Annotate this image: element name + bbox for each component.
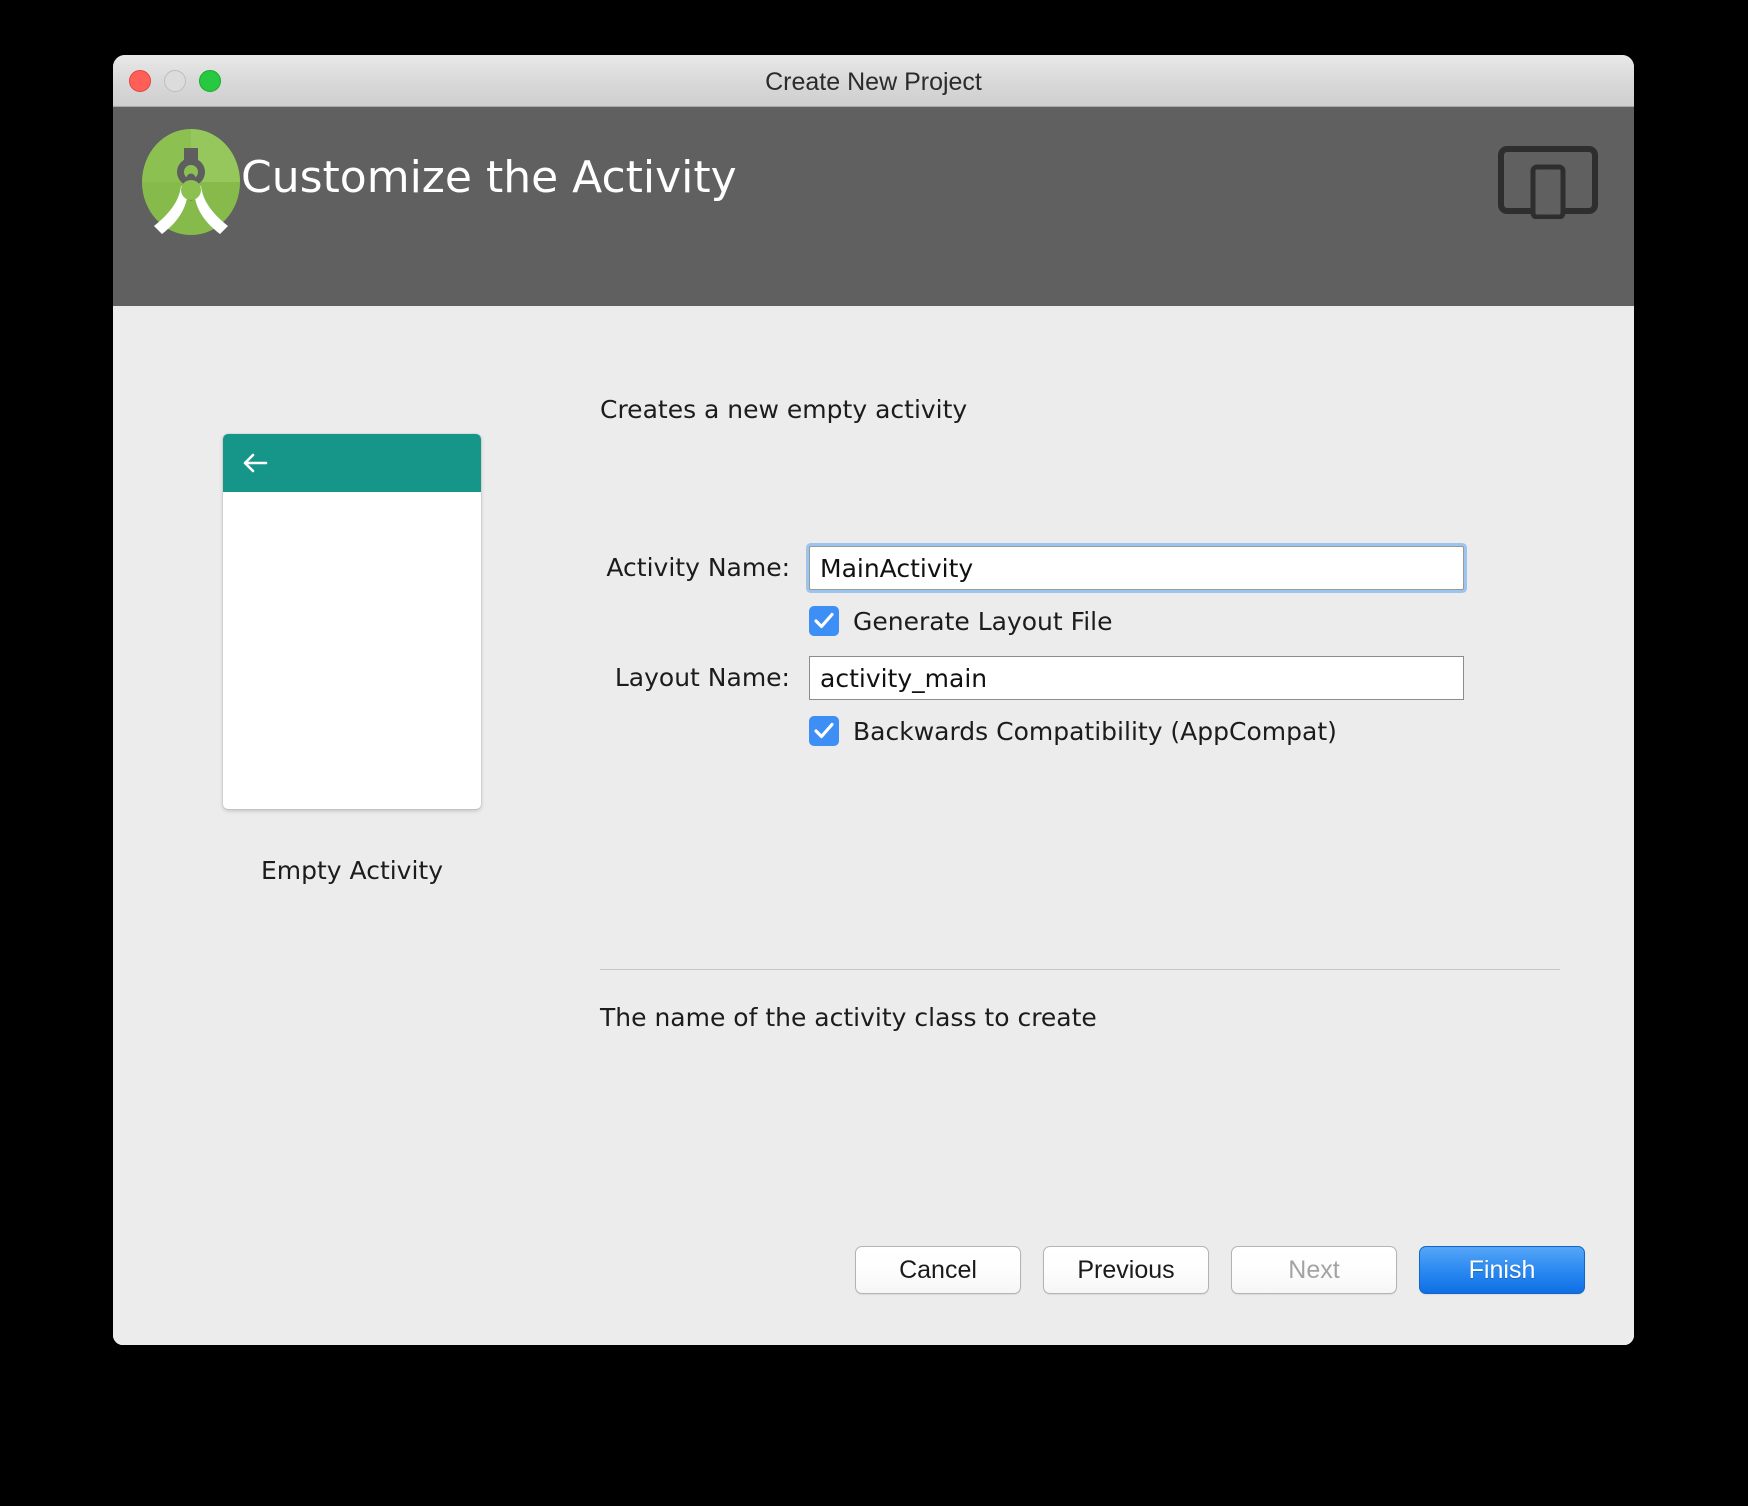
tablet-phone-icon [1498, 143, 1598, 220]
wizard-body: Empty Activity Creates a new empty activ… [113, 306, 1634, 1345]
generate-layout-label: Generate Layout File [853, 606, 1113, 636]
finish-button[interactable]: Finish [1419, 1246, 1585, 1294]
backwards-compatibility-label: Backwards Compatibility (AppCompat) [853, 716, 1337, 746]
backwards-compatibility-checkbox-row[interactable]: Backwards Compatibility (AppCompat) [809, 714, 1337, 748]
activity-name-row: Activity Name: [600, 546, 1560, 590]
create-new-project-window: Create New Project Customize the Activit… [113, 55, 1634, 1345]
next-button: Next [1231, 1246, 1397, 1294]
desktop-background: Create New Project Customize the Activit… [0, 0, 1748, 1506]
back-arrow-icon [241, 450, 269, 476]
wizard-header-title: Customize the Activity [241, 152, 737, 203]
layout-name-label: Layout Name: [614, 663, 790, 692]
field-help-text: The name of the activity class to create [600, 1003, 1097, 1032]
activity-template-label: Empty Activity [260, 856, 444, 885]
activity-template-preview[interactable] [223, 434, 481, 809]
generate-layout-checkbox-row[interactable]: Generate Layout File [809, 604, 1112, 638]
cancel-button[interactable]: Cancel [855, 1246, 1021, 1294]
wizard-footer: Cancel Previous Next Finish [113, 1219, 1634, 1345]
generate-layout-checkbox[interactable] [809, 606, 839, 636]
activity-name-label: Activity Name: [606, 553, 790, 582]
layout-name-row: Layout Name: [600, 656, 1560, 700]
backwards-compatibility-checkbox[interactable] [809, 716, 839, 746]
activity-name-input[interactable] [809, 546, 1464, 590]
window-titlebar: Create New Project [113, 55, 1634, 107]
template-description: Creates a new empty activity [600, 395, 968, 424]
android-studio-logo-icon [135, 126, 247, 238]
preview-appbar [223, 434, 481, 492]
form-divider [600, 969, 1560, 970]
layout-name-input[interactable] [809, 656, 1464, 700]
wizard-header: Customize the Activity [113, 107, 1634, 306]
window-title: Create New Project [765, 68, 982, 96]
wizard-button-bar: Cancel Previous Next Finish [855, 1246, 1585, 1294]
previous-button[interactable]: Previous [1043, 1246, 1209, 1294]
